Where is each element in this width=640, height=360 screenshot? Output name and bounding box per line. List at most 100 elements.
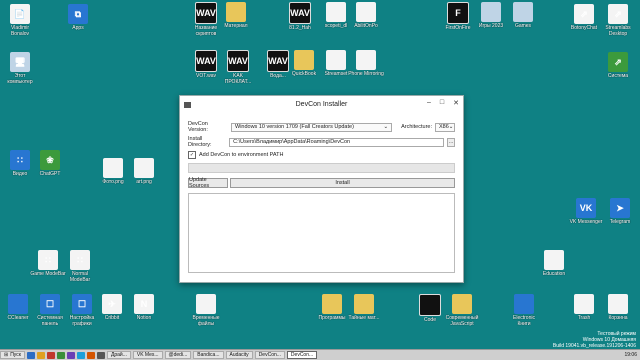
doc-file-icon: ✈ bbox=[102, 294, 122, 314]
desktop-icon-label: ChatGPT bbox=[39, 171, 61, 177]
desktop-icon[interactable]: WAV 81.2_Hah bbox=[282, 2, 318, 31]
quick-launch-icon[interactable] bbox=[66, 351, 75, 359]
desktop-icon[interactable]: F FirstOnFire bbox=[440, 2, 476, 31]
desktop-icon[interactable]: Материал bbox=[218, 2, 254, 29]
tile-file-icon bbox=[8, 294, 28, 314]
desktop-icon-label: Game ModeBar bbox=[30, 271, 66, 277]
desktop-icon-label: Vladimir Bonalov bbox=[10, 25, 30, 37]
taskbar-item[interactable]: VK Mes... bbox=[132, 351, 163, 359]
desktop-icon[interactable]: CCleaner bbox=[0, 294, 36, 321]
pc-file-icon bbox=[513, 2, 533, 22]
tile-file-icon: ☐ bbox=[72, 294, 92, 314]
architecture-label: Architecture: bbox=[401, 124, 432, 130]
desktop-icon[interactable]: ❀ ChatGPT bbox=[32, 150, 68, 177]
desktop-icon[interactable]: Trash bbox=[566, 294, 602, 321]
doc-file-icon bbox=[544, 250, 564, 270]
windows-watermark: Тестовый режим Windows 10 Домашняя Build… bbox=[553, 331, 636, 349]
desktop-icon[interactable]: Игры 2023 bbox=[473, 2, 509, 29]
desktop-icon[interactable]: ⧉ Apps bbox=[60, 4, 96, 31]
taskbar-item[interactable]: Драй... bbox=[106, 351, 131, 359]
desktop-icon[interactable]: Программы bbox=[314, 294, 350, 321]
close-button[interactable]: ✕ bbox=[453, 99, 459, 107]
quick-launch-icon[interactable] bbox=[36, 351, 45, 359]
desktop-icon[interactable]: WAV KAK ПРОКЛАТ... bbox=[220, 50, 256, 85]
desktop-icon[interactable]: Современный JavaScript bbox=[444, 294, 480, 327]
devcon-installer-window: DevCon Installer – □ ✕ DevCon Version: W… bbox=[179, 95, 464, 283]
desktop-icon[interactable]: 🖥 Этот компьютер bbox=[2, 52, 38, 85]
quick-launch-icon[interactable] bbox=[26, 351, 35, 359]
install-button[interactable]: Install bbox=[230, 178, 455, 188]
desktop-icon[interactable]: ☐ Системная панель bbox=[32, 294, 68, 327]
wav-file-icon: WAV bbox=[195, 2, 217, 24]
wav-file-icon bbox=[419, 294, 441, 316]
desktop-icon-label: Streamlabs Desktop bbox=[605, 25, 631, 37]
desktop-icon-label: BotonyChat bbox=[570, 25, 598, 31]
desktop-icon[interactable]: Корзина bbox=[600, 294, 636, 321]
taskbar-item[interactable]: @dedi... bbox=[164, 351, 192, 359]
desktop-icon[interactable]: Временные файлы bbox=[188, 294, 224, 327]
desktop-icon[interactable]: Тайные мат... bbox=[346, 294, 382, 321]
desktop-icon[interactable]: ∷ Game ModeBar bbox=[30, 250, 66, 277]
taskbar-item[interactable]: DevCon... bbox=[254, 351, 285, 359]
desktop-icon[interactable]: Code bbox=[412, 294, 448, 323]
quick-launch-icon[interactable] bbox=[46, 351, 55, 359]
maximize-button[interactable]: □ bbox=[440, 99, 444, 107]
version-select[interactable]: Windows 10 version 1709 (Fall Creators U… bbox=[231, 122, 393, 132]
pc-file-icon: 🖥 bbox=[10, 52, 30, 72]
tile-file-icon: VK bbox=[576, 198, 596, 218]
desktop-icon[interactable]: Games bbox=[505, 2, 541, 29]
desktop-icon[interactable]: ⇗ Streamlabs Desktop bbox=[600, 4, 636, 37]
desktop-icon[interactable]: 📄 Vladimir Bonalov bbox=[2, 4, 38, 37]
desktop-icon[interactable]: Phone Mirroring bbox=[348, 50, 384, 77]
windows-logo-icon: ⊞ bbox=[4, 352, 9, 358]
desktop-icon-label: KAK ПРОКЛАТ... bbox=[224, 73, 252, 85]
folder-file-icon bbox=[226, 2, 246, 22]
update-sources-button[interactable]: Update Sources bbox=[188, 177, 228, 189]
chevron-down-icon: ⌄ bbox=[383, 124, 389, 130]
desktop-icon[interactable]: ➤ Telegram bbox=[602, 198, 638, 225]
log-output[interactable] bbox=[188, 193, 455, 273]
desktop-icon-label: Этот компьютер bbox=[7, 73, 33, 85]
quick-launch-icon[interactable] bbox=[96, 351, 105, 359]
quick-launch bbox=[26, 351, 105, 359]
desktop-icon-label: VOT.wav bbox=[195, 73, 216, 79]
taskbar-item[interactable]: DevCon... bbox=[286, 351, 318, 359]
architecture-select[interactable]: X86 ⌄ bbox=[435, 122, 455, 132]
browse-button[interactable]: ... bbox=[447, 137, 456, 147]
desktop-icon[interactable]: art.png bbox=[126, 158, 162, 185]
taskbar-item[interactable]: Audacity bbox=[225, 351, 253, 359]
desktop-icon[interactable]: ∷ Normal ModeBar bbox=[62, 250, 98, 283]
version-label: DevCon Version: bbox=[188, 121, 208, 133]
doc-file-icon bbox=[103, 158, 123, 178]
desktop-icon-label: QuickBook bbox=[291, 71, 317, 77]
desktop-icon[interactable]: VK VK Messenger bbox=[568, 198, 604, 225]
doc-file-icon: 📄 bbox=[10, 4, 30, 24]
folder-file-icon bbox=[322, 294, 342, 314]
start-button[interactable]: ⊞ Пуск bbox=[0, 351, 25, 359]
minimize-button[interactable]: – bbox=[427, 99, 431, 107]
doc-file-icon bbox=[608, 294, 628, 314]
desktop-icon[interactable]: QuickBook bbox=[286, 50, 322, 77]
green-file-icon: ⇗ bbox=[608, 52, 628, 72]
quick-launch-icon[interactable] bbox=[56, 351, 65, 359]
doc-file-icon bbox=[326, 50, 346, 70]
desktop-icon[interactable]: Electronic Книги bbox=[506, 294, 542, 327]
quick-launch-icon[interactable] bbox=[86, 351, 95, 359]
desktop-icon[interactable]: ✈ Cribbit bbox=[94, 294, 130, 321]
desktop-icon[interactable]: N Notion bbox=[126, 294, 162, 321]
doc-file-icon: ∷ bbox=[70, 250, 90, 270]
doc-file-icon: ⇗ bbox=[574, 4, 594, 24]
desktop-icon[interactable]: Education bbox=[536, 250, 572, 277]
taskbar-item[interactable]: Bandica... bbox=[193, 351, 224, 359]
title-bar[interactable]: DevCon Installer – □ ✕ bbox=[180, 96, 463, 113]
desktop-icon[interactable]: WAV VOT.wav bbox=[188, 50, 224, 79]
desktop-icon[interactable]: ⇗ BotonyChat bbox=[566, 4, 602, 31]
desktop-icon[interactable]: AbilitOnPo bbox=[348, 2, 384, 29]
add-path-checkbox[interactable]: ✓ bbox=[188, 151, 196, 159]
desktop-icon-label: Apps bbox=[72, 25, 84, 31]
quick-launch-icon[interactable] bbox=[76, 351, 85, 359]
architecture-value: X86 bbox=[439, 124, 449, 130]
install-directory-input[interactable]: C:\Users\Владимир\AppData\Roaming\DevCon bbox=[229, 137, 445, 147]
desktop-icon[interactable]: ⇗ Система bbox=[600, 52, 636, 79]
desktop-icon-label: Временные файлы bbox=[192, 315, 220, 327]
